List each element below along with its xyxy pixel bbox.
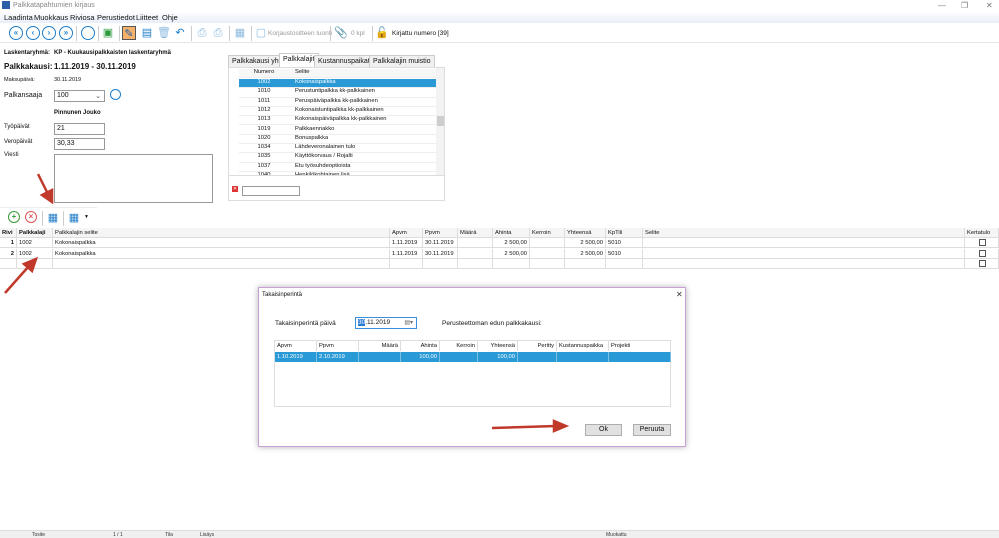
annotation-arrow-right	[491, 424, 557, 430]
annotation-arrow-up	[4, 265, 30, 294]
status-muokattu: Muokattu	[606, 532, 627, 538]
status-tila: Tila	[165, 532, 173, 538]
status-page: 1 / 1	[113, 532, 123, 538]
annotation-arrows	[4, 173, 570, 433]
status-lisays: Lisäys	[200, 532, 215, 538]
annotation-arrow-down	[36, 173, 50, 195]
status-bar: Tosite 1 / 1 Tila Lisäys Muokattu	[0, 530, 999, 538]
status-tosite: Tosite	[32, 532, 46, 538]
arrowhead	[552, 419, 570, 433]
arrowhead	[39, 187, 54, 205]
